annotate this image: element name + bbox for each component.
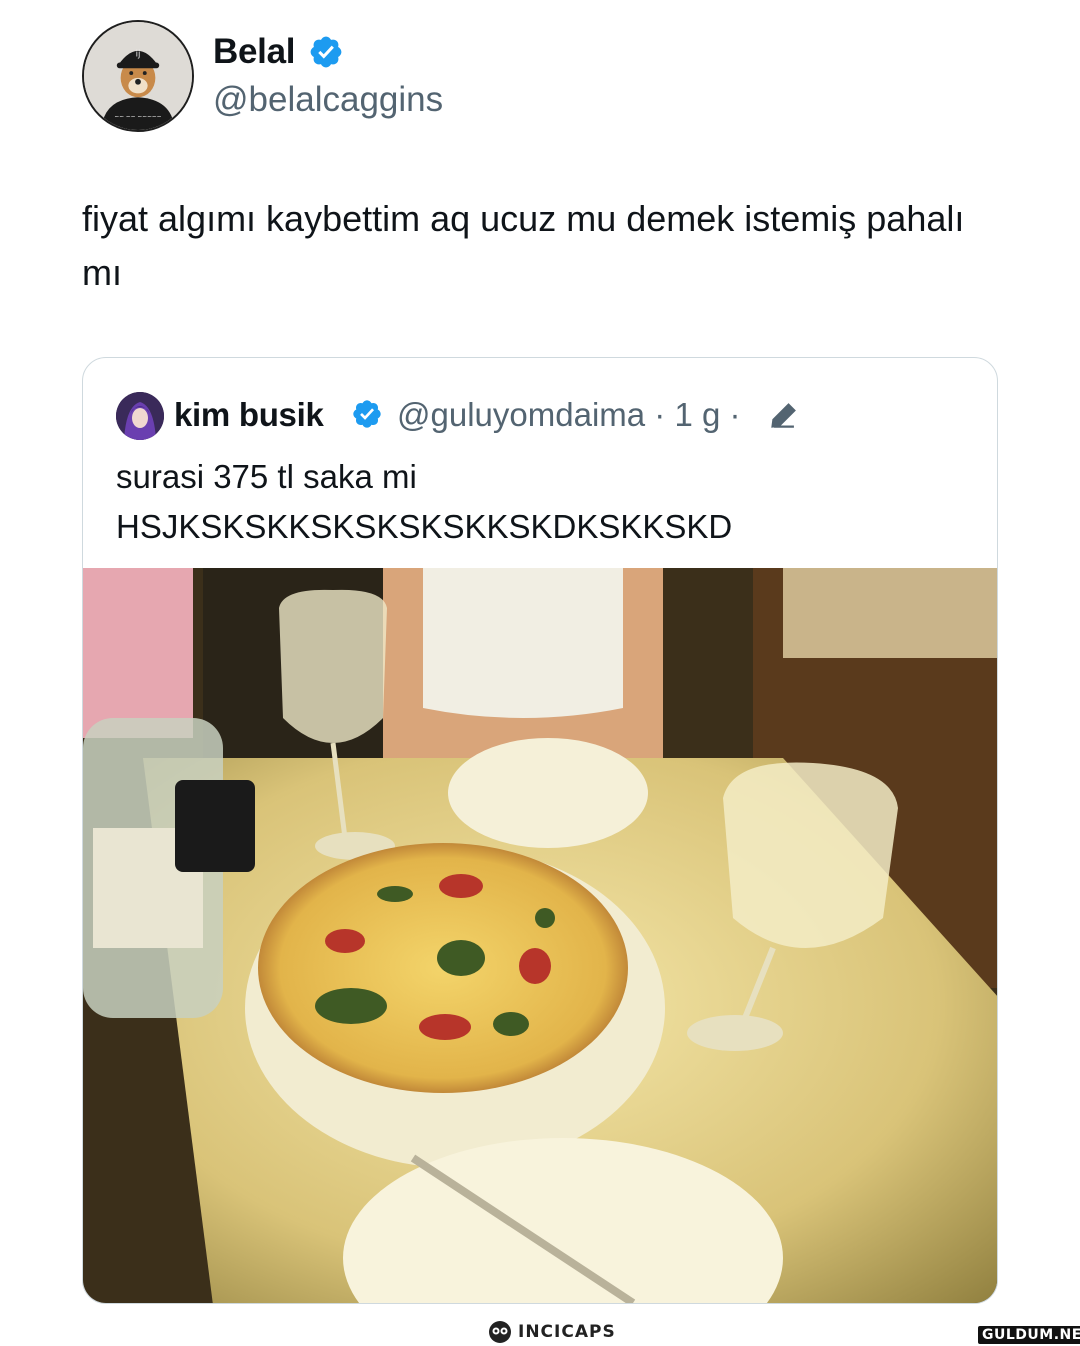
anime-avatar-illustration [116,392,164,440]
author-handle[interactable]: @belalcaggins [213,78,443,122]
incicaps-label: INCICAPS [518,1322,616,1342]
quoted-tweet-card[interactable]: kim busik @guluyomdaima · 1 g · surasi 3… [82,357,998,1304]
verified-badge-icon [351,398,383,430]
svg-text:~~ ~~ ~~~~~: ~~ ~~ ~~~~~ [114,114,161,120]
author-display-name[interactable]: Belal [213,30,295,74]
guldum-watermark: GULDUM.NET [978,1326,1080,1344]
quoted-tweet-line-1: surasi 375 tl saka mi [116,458,417,495]
quoted-tweet-line-2: HSJKSKSKKSKSKSKSKKSKDKSKKSKD [116,508,733,545]
quoted-tweet-text: surasi 375 tl saka mi HSJKSKSKKSKSKSKSKK… [116,452,976,552]
dog-avatar-illustration: ~~ ~~ ~~~~~ ij [84,22,192,130]
quoted-author-display-name[interactable]: kim busik [174,394,324,436]
quoted-author-avatar[interactable] [116,392,164,440]
pizza-table-photo [83,568,997,1303]
owl-logo-icon [489,1321,511,1343]
verified-badge-icon [308,34,344,70]
incicaps-watermark: INCICAPS [488,1318,616,1346]
svg-text:ij: ij [136,50,141,60]
tweet-text: fiyat algımı kaybettim aq ucuz mu demek … [82,198,965,293]
quoted-tweet-meta: @guluyomdaima · 1 g · [397,396,741,433]
author-avatar[interactable]: ~~ ~~ ~~~~~ ij [82,20,194,132]
quoted-tweet-photo[interactable] [83,568,997,1303]
edit-pencil-icon [767,398,801,432]
